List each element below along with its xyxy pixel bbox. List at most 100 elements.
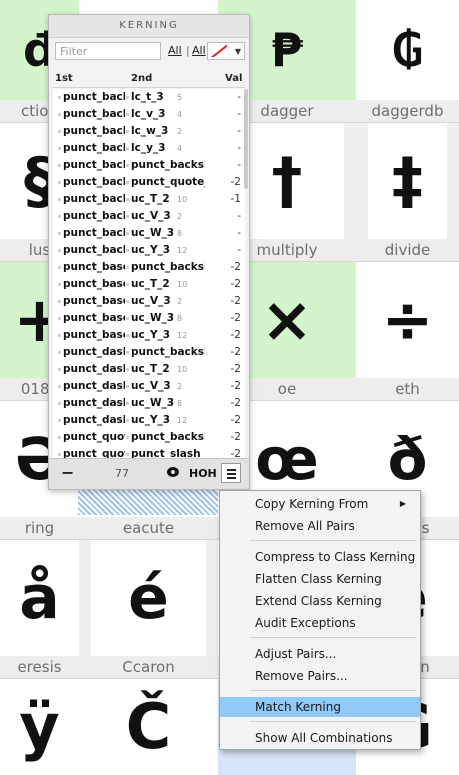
- kern-value[interactable]: -: [211, 210, 241, 222]
- kerning-pair-row[interactable]: punct_back lc_v_3 4 -: [53, 106, 245, 123]
- menu-hamburger-button[interactable]: [221, 463, 241, 483]
- kerning-context-menu: Copy Kerning From ▶ Remove All Pairs Compre…: [219, 490, 421, 750]
- kerning-pair-row[interactable]: punct_dash uc_W_3 8 -2: [53, 395, 245, 412]
- menu-item[interactable]: Copy Kerning From ▶: [220, 494, 420, 514]
- kerning-pair-row[interactable]: punct_base uc_Y_3 12 -2: [53, 327, 245, 344]
- kerning-pair-row[interactable]: punct_base uc_T_2 10 -2: [53, 276, 245, 293]
- kerning-pair-row[interactable]: punct_back uc_V_3 2 -: [53, 208, 245, 225]
- glyph-name-label: ring: [0, 517, 79, 540]
- group-marker-icon: [126, 402, 129, 405]
- kerning-pair-row[interactable]: punct_back lc_w_3 2 -: [53, 123, 245, 140]
- glyph-cell[interactable]: ring å: [0, 517, 79, 656]
- col-header-value[interactable]: Val: [225, 73, 242, 84]
- kern-value[interactable]: -2: [211, 312, 241, 324]
- second-group: uc_Y_3: [131, 329, 171, 341]
- glyph-preview: ‡: [392, 144, 423, 217]
- group-count: 4: [177, 144, 183, 153]
- group-marker-icon: [126, 334, 129, 337]
- glyph-name-label: eacute: [79, 517, 218, 540]
- menu-item[interactable]: Remove All Pairs: [220, 516, 420, 536]
- group-marker-icon: [126, 266, 129, 269]
- first-group: punct_back: [63, 193, 125, 205]
- kerning-pair-row[interactable]: punct_dash uc_V_3 2 -2: [53, 378, 245, 395]
- second-group: uc_Y_3: [131, 414, 171, 426]
- kern-value[interactable]: -2: [211, 346, 241, 358]
- kern-value[interactable]: -: [211, 227, 241, 239]
- kerning-pair-row[interactable]: punct_dash uc_Y_3 12 -2: [53, 412, 245, 429]
- kern-value[interactable]: -2: [211, 295, 241, 307]
- kern-value[interactable]: -2: [211, 176, 241, 188]
- kerning-pair-row[interactable]: punct_back punct_backsla-: [53, 157, 245, 174]
- kerning-pair-row[interactable]: punct_back lc_y_3 4 -: [53, 140, 245, 157]
- all-right-link[interactable]: All: [192, 44, 206, 57]
- glyph-cell[interactable]: daggerdb ‡: [356, 100, 459, 239]
- group-marker-icon: [58, 96, 61, 99]
- menu-item[interactable]: Remove Pairs...: [220, 666, 420, 686]
- kern-value[interactable]: -: [211, 244, 241, 256]
- group-marker-icon: [126, 453, 129, 456]
- kerning-pair-row[interactable]: punct_back punct_quote_ -2: [53, 174, 245, 191]
- group-marker-icon: [126, 130, 129, 133]
- glyph-cell[interactable]: divide ÷: [356, 239, 459, 378]
- menu-item[interactable]: Flatten Class Kerning: [220, 569, 420, 589]
- filter-row: All | All ▼: [55, 42, 245, 62]
- kerning-pair-row[interactable]: punct_back uc_W_3 8 -: [53, 225, 245, 242]
- kerning-pair-row[interactable]: punct_back lc_t_3 5 -: [53, 89, 245, 106]
- glyph-preview: ÷: [381, 283, 434, 356]
- filter-input[interactable]: [55, 42, 161, 60]
- kern-value[interactable]: -: [211, 108, 241, 120]
- menu-item[interactable]: Show All Combinations: [220, 728, 420, 748]
- kerning-pair-row[interactable]: punct_base punct_backsla -2: [53, 259, 245, 276]
- kern-value[interactable]: -2: [211, 397, 241, 409]
- hoh-preview-button[interactable]: HOH: [189, 467, 217, 480]
- first-group: punct_back: [63, 176, 125, 188]
- kern-value[interactable]: -1: [211, 193, 241, 205]
- all-left-link[interactable]: All: [168, 44, 182, 57]
- remove-pair-button[interactable]: −: [61, 463, 74, 482]
- kern-value[interactable]: -: [211, 91, 241, 103]
- kern-value[interactable]: -2: [211, 363, 241, 375]
- group-count: 4: [177, 110, 183, 119]
- kern-value[interactable]: -: [211, 159, 241, 171]
- kerning-pair-row[interactable]: punct_quot punct_backsla -2: [53, 429, 245, 446]
- menu-item[interactable]: Extend Class Kerning: [220, 591, 420, 611]
- kern-value[interactable]: -: [211, 142, 241, 154]
- kerning-pair-row[interactable]: punct_base uc_V_3 2 -2: [53, 293, 245, 310]
- kerning-pair-list[interactable]: punct_back lc_t_3 5- punct_back lc_v_3 4- punc…: [53, 89, 245, 459]
- col-header-second[interactable]: 2nd: [131, 73, 152, 84]
- group-count: 10: [177, 195, 188, 204]
- glyph-cell[interactable]: Ccaron Č: [79, 656, 218, 775]
- glyph-cell[interactable]: eresis ÿ: [0, 656, 79, 775]
- color-dropdown[interactable]: ▼: [207, 42, 245, 60]
- col-header-first[interactable]: 1st: [55, 73, 73, 84]
- kerning-pair-row[interactable]: punct_base uc_W_3 8 -2: [53, 310, 245, 327]
- group-marker-icon: [58, 317, 61, 320]
- second-group: lc_t_3: [131, 91, 164, 103]
- menu-item[interactable]: Compress to Class Kerning: [220, 547, 420, 567]
- group-count: 12: [177, 246, 188, 255]
- glyph-cell[interactable]: ₲: [356, 0, 459, 100]
- kerning-pair-row[interactable]: punct_back uc_Y_3 12 -: [53, 242, 245, 259]
- kern-value[interactable]: -2: [211, 414, 241, 426]
- kerning-pair-row[interactable]: punct_dash uc_T_2 10 -2: [53, 361, 245, 378]
- glyph-cell[interactable]: eacute é: [79, 517, 218, 656]
- menu-item[interactable]: Adjust Pairs...: [220, 644, 420, 664]
- preview-eye-icon[interactable]: [167, 467, 179, 477]
- kern-value[interactable]: -: [211, 125, 241, 137]
- menu-item[interactable]: Match Kerning: [220, 697, 420, 717]
- first-group: punct_back: [63, 159, 125, 171]
- scrollbar-thumb[interactable]: [244, 89, 248, 189]
- kern-value[interactable]: -2: [211, 278, 241, 290]
- kern-value[interactable]: -2: [211, 431, 241, 443]
- panel-footer: − 77 HOH: [49, 458, 249, 489]
- second-group: punct_backsla: [131, 261, 205, 273]
- kern-value[interactable]: -2: [211, 261, 241, 273]
- kerning-pair-row[interactable]: punct_back uc_T_2 10 -1: [53, 191, 245, 208]
- kern-value[interactable]: -2: [211, 329, 241, 341]
- menu-separator: [250, 721, 416, 722]
- menu-item[interactable]: Audit Exceptions: [220, 613, 420, 633]
- second-group: punct_backsla: [131, 159, 205, 171]
- group-count: 10: [177, 365, 188, 374]
- kern-value[interactable]: -2: [211, 380, 241, 392]
- kerning-pair-row[interactable]: punct_dash punct_backsla -2: [53, 344, 245, 361]
